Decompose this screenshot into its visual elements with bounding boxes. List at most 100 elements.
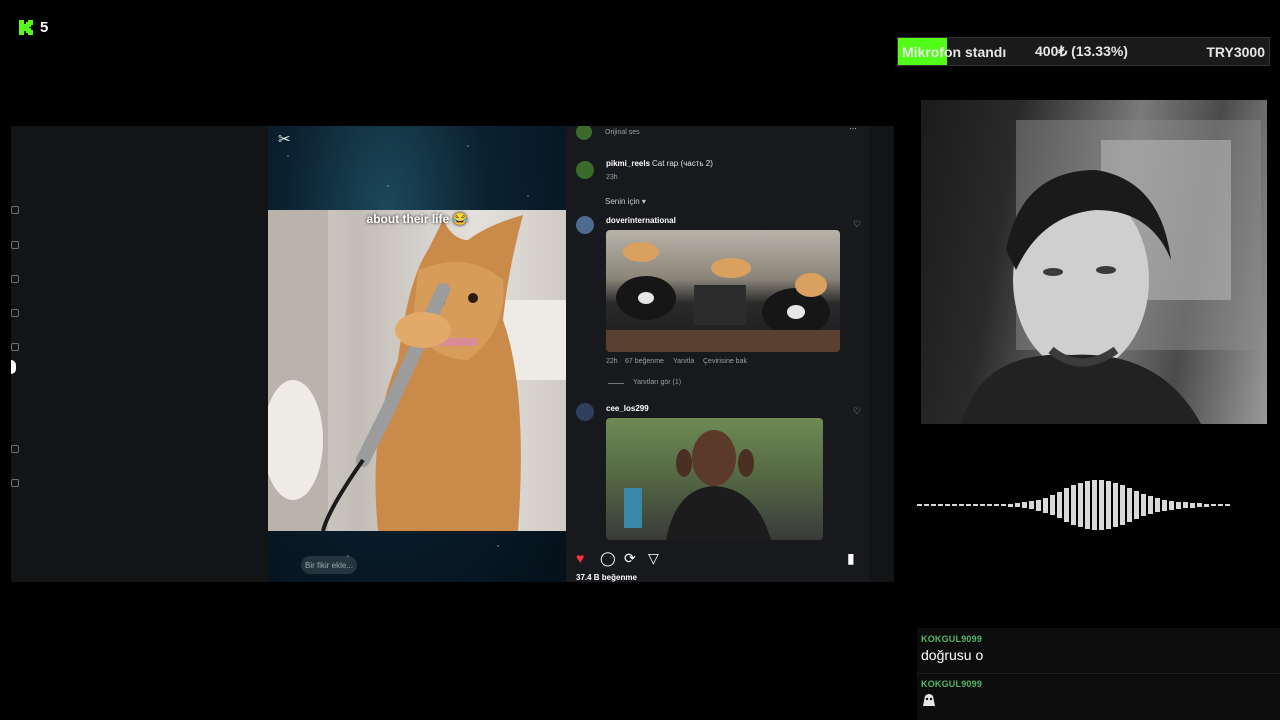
visualiser-bar: [1169, 500, 1174, 510]
visualiser-bar: [1001, 504, 1006, 506]
chat-divider: [917, 673, 1280, 674]
repost-icon[interactable]: ⟳: [624, 550, 636, 567]
visualiser-bar: [952, 504, 957, 506]
visualiser-bar: [1029, 501, 1034, 509]
viewer-count: 5: [40, 18, 49, 36]
visualiser-bar: [924, 504, 929, 506]
total-likes: 37.4 B beğenme: [576, 573, 637, 582]
visualiser-bar: [931, 504, 936, 506]
goal-target: TRY3000: [1206, 43, 1265, 60]
visualiser-bar: [966, 504, 971, 506]
visualiser-bar: [1155, 498, 1160, 512]
visualiser-bar: [1134, 491, 1139, 519]
nav-active-indicator: [11, 360, 16, 374]
visualiser-bar: [1162, 499, 1167, 511]
visualiser-bar: [1008, 503, 1013, 507]
avatar[interactable]: [576, 403, 594, 421]
visualiser-bar: [1113, 483, 1118, 527]
visualiser-bar: [959, 504, 964, 506]
comment-icon[interactable]: ◯: [600, 550, 616, 567]
avatar[interactable]: [576, 216, 594, 234]
comment-username[interactable]: doverinternational: [606, 216, 676, 225]
webcam-feed: [921, 100, 1267, 424]
visualiser-bar: [1106, 481, 1111, 529]
shocked-man-image: [624, 430, 771, 540]
bookmark-icon[interactable]: ▮: [847, 550, 855, 567]
post-username[interactable]: pikmi_reels: [606, 159, 650, 168]
comment-gif-shocked-man[interactable]: [606, 418, 823, 540]
visualiser-bar: [938, 504, 943, 506]
visualiser-bar: [917, 504, 922, 506]
dj-cats-image: [606, 242, 840, 352]
visualiser-bar: [1197, 503, 1202, 507]
messages-icon[interactable]: [11, 241, 19, 249]
visualiser-bar: [1218, 504, 1223, 506]
cat-singing-image: [268, 210, 566, 531]
capcut-icon: ✂: [278, 131, 291, 148]
visualiser-bar: [1057, 492, 1062, 518]
chat-username: KOKGUL9099: [921, 634, 983, 644]
visualiser-bar: [1092, 480, 1097, 530]
comment-image-cats-turntables[interactable]: [606, 230, 840, 352]
visualiser-bar: [1071, 485, 1076, 525]
kick-icon: [19, 20, 33, 35]
visualiser-bar: [1085, 481, 1090, 529]
reply-button[interactable]: Yanıtla: [673, 358, 694, 365]
explore-icon[interactable]: [11, 275, 19, 283]
visualiser-bar: [1183, 502, 1188, 508]
visualiser-bar: [1176, 501, 1181, 509]
translate-button[interactable]: Çevirisine bak: [703, 358, 747, 365]
kick-logo: 5: [18, 18, 48, 36]
visualiser-bar: [994, 504, 999, 506]
heart-outline-icon[interactable]: ♡: [853, 219, 861, 230]
comment-time: 22h: [606, 358, 618, 365]
visualiser-bar: [973, 504, 978, 506]
visualiser-bar: [987, 504, 992, 506]
visualiser-bar: [1043, 497, 1048, 513]
more-options-icon[interactable]: …: [849, 126, 857, 131]
goal-amount: 400₺ (13.33%): [1035, 43, 1128, 59]
post-time: 23h: [606, 174, 618, 181]
visualiser-bar: [945, 504, 950, 506]
visualiser-bar: [1022, 502, 1027, 508]
share-icon[interactable]: ▽: [648, 550, 659, 567]
home-icon[interactable]: [11, 206, 19, 214]
replies-divider: [608, 383, 624, 384]
reels-icon[interactable]: [11, 343, 19, 351]
chat-username: KOKGUL9099: [921, 679, 983, 689]
goal-name: Mikrofon standı: [902, 43, 1007, 60]
comment-input[interactable]: Bir fikir ekle...: [301, 556, 357, 574]
emote-icon: [923, 694, 935, 706]
chat-emote: [921, 692, 982, 711]
visualiser-bar: [1015, 503, 1020, 507]
visualiser-bar: [1036, 499, 1041, 511]
visualiser-bar: [1204, 503, 1209, 507]
streamer-webcam-image: [961, 120, 1261, 424]
left-nav: [11, 126, 31, 582]
search-icon[interactable]: [11, 309, 19, 317]
reel-video[interactable]: ✂ about their life 😂 Bir fikir ekle...: [268, 126, 566, 582]
create-icon[interactable]: [11, 445, 19, 453]
browser-capture: ✂ about their life 😂 Bir fikir ekle... O…: [11, 126, 894, 582]
chat-text: doğrusu o: [921, 647, 984, 663]
like-heart-icon[interactable]: ♥: [576, 550, 584, 566]
profile-icon[interactable]: [11, 479, 19, 487]
visualiser-bar: [1141, 494, 1146, 516]
avatar[interactable]: [576, 161, 594, 179]
comments-panel: Orijinal ses … pikmi_reels Cat rap (част…: [566, 126, 869, 582]
heart-outline-icon[interactable]: ♡: [853, 406, 861, 417]
comment-username[interactable]: cee_los299: [606, 404, 649, 413]
video-caption: about their life 😂: [366, 212, 468, 226]
original-sound[interactable]: Orijinal ses: [605, 129, 640, 136]
visualiser-bar: [1099, 480, 1104, 530]
visualiser-bar: [1190, 502, 1195, 508]
visualiser-bar: [1120, 485, 1125, 525]
comment-likes[interactable]: 67 beğenme: [625, 358, 664, 365]
cat-video-frame[interactable]: about their life 😂: [268, 210, 566, 531]
visualiser-bar: [1064, 488, 1069, 522]
audio-visualiser: [917, 476, 1267, 534]
view-replies-button[interactable]: Yanıtları gör (1): [633, 379, 681, 386]
post-text: Cat rap (часть 2): [652, 159, 713, 168]
sort-dropdown[interactable]: Senin için ▾: [605, 197, 646, 206]
chat-message: KOKGUL9099: [921, 679, 982, 711]
